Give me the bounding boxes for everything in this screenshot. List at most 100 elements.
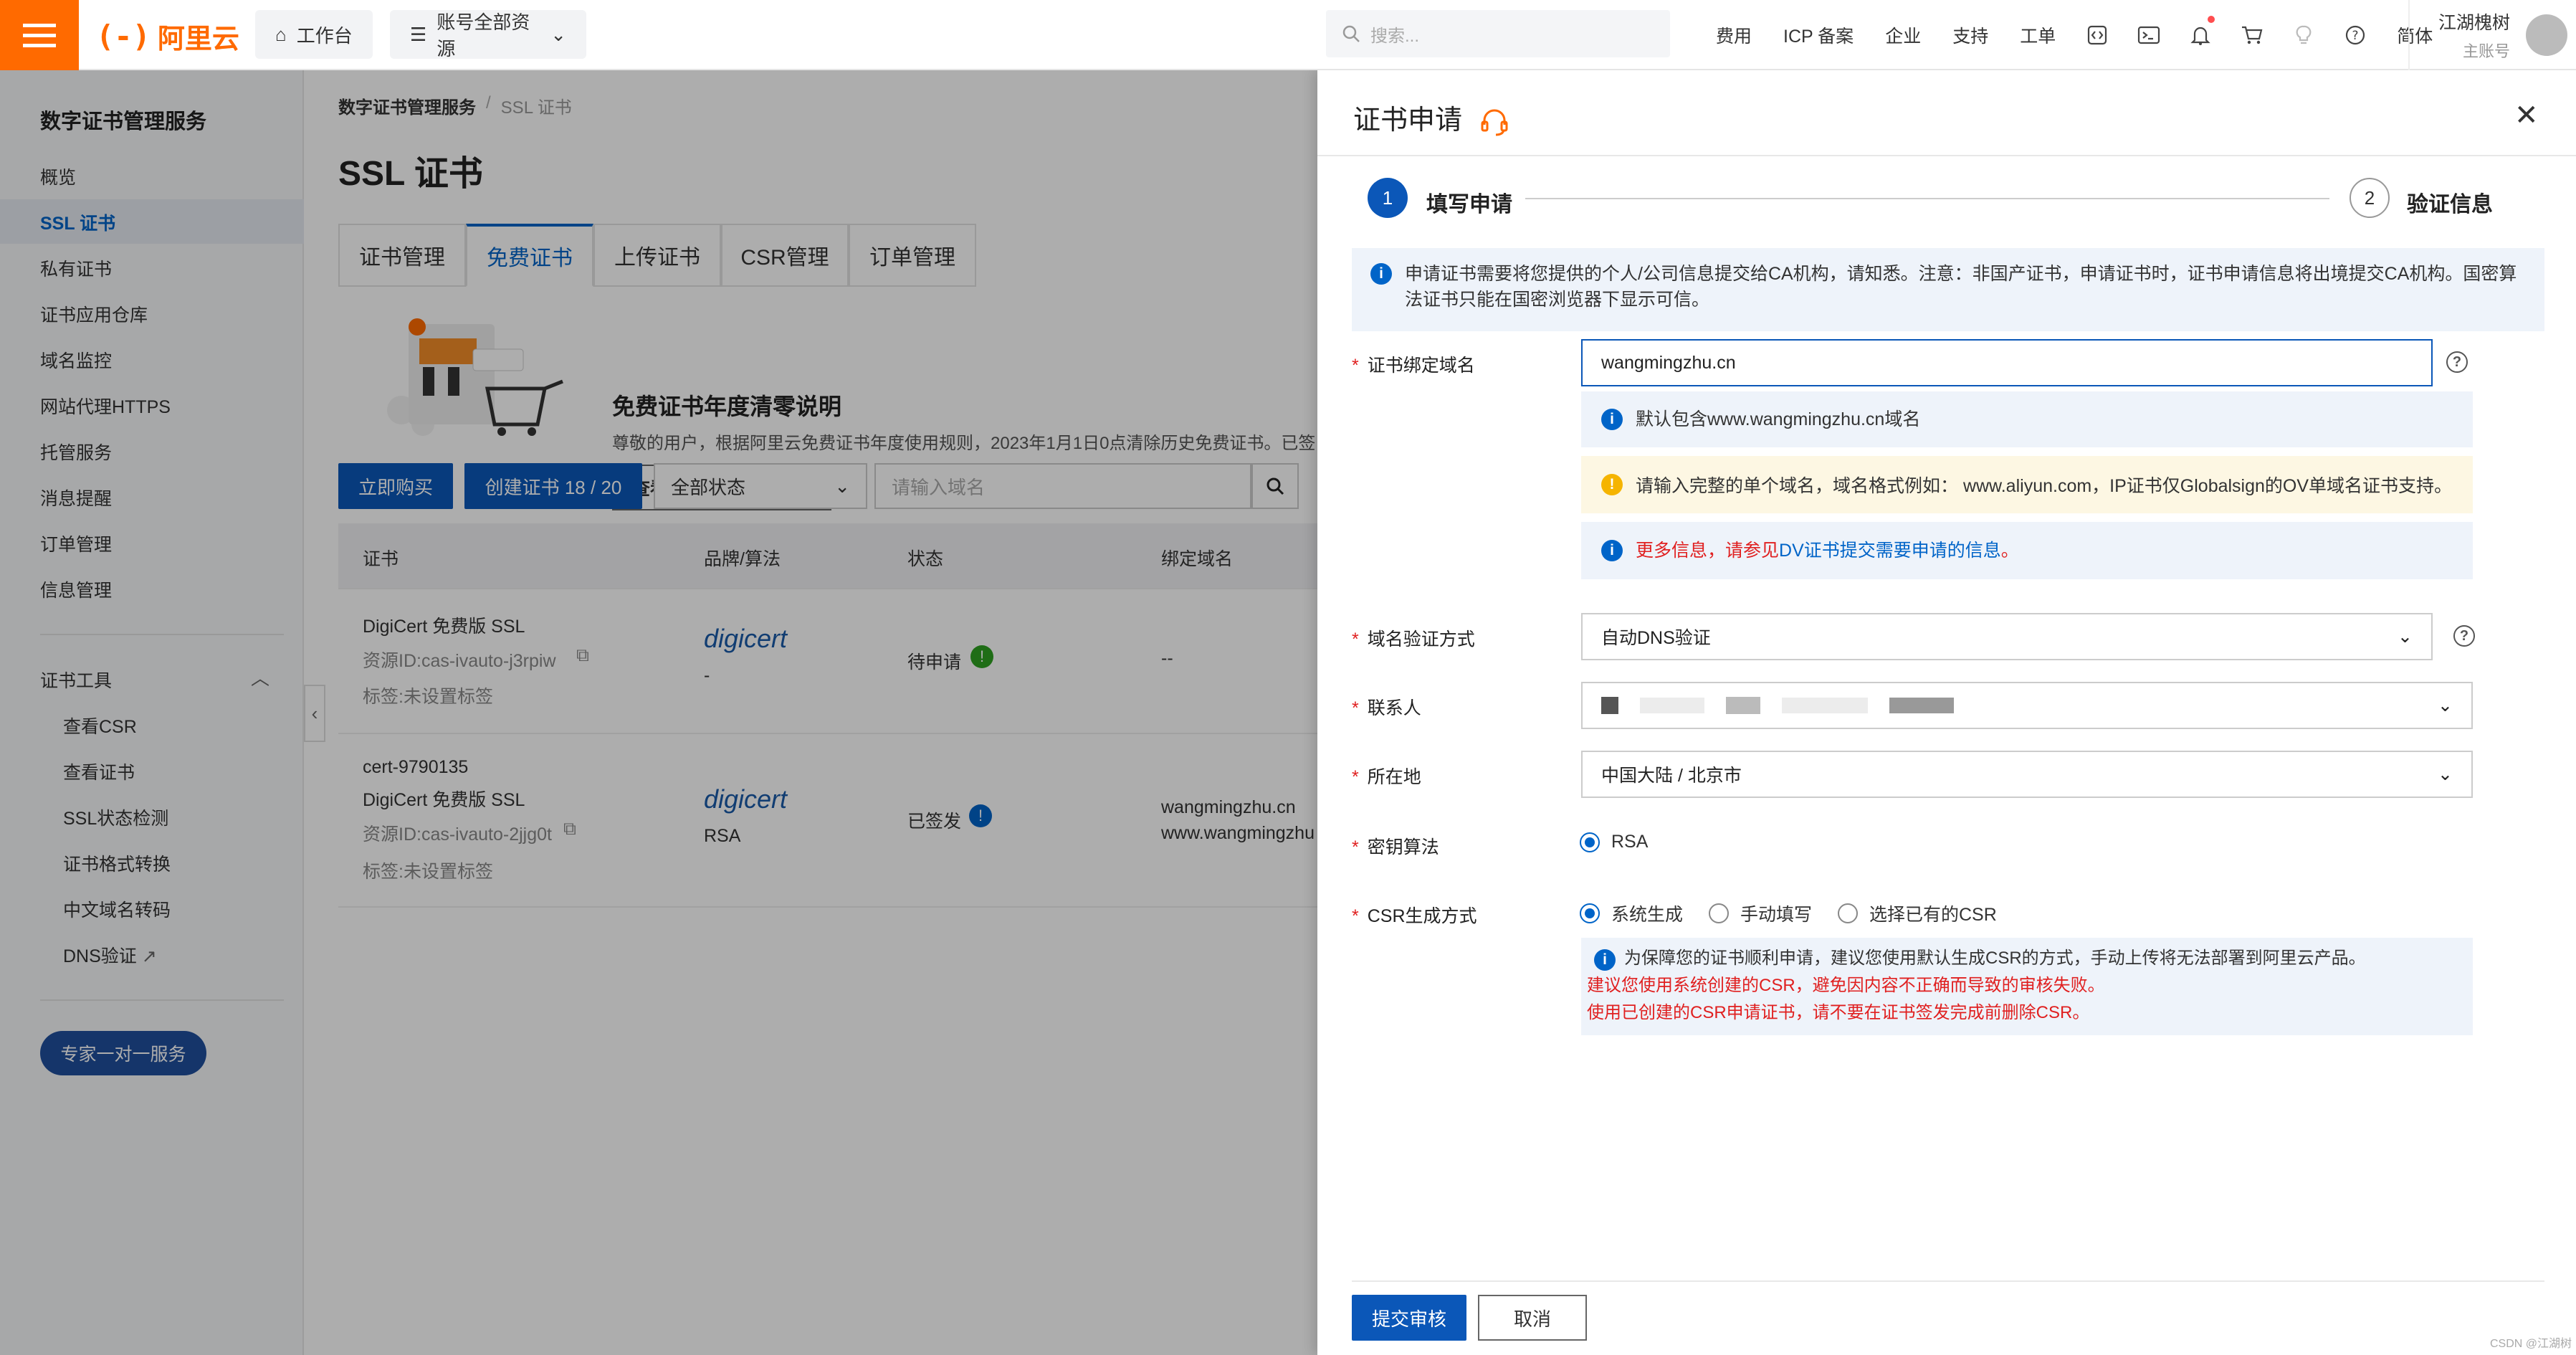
privacy-notice-text: 申请证书需要将您提供的个人/公司信息提交给CA机构，请知悉。注意：非国产证书，申…	[1405, 264, 2517, 310]
csr-existing-label: 选择已有的CSR	[1869, 905, 1997, 925]
modal-overlay[interactable]	[0, 70, 1317, 1355]
terminal-icon[interactable]	[2123, 0, 2175, 70]
step-2-circle: 2	[2350, 178, 2390, 218]
radio-unchecked	[1838, 903, 1858, 923]
radio-unchecked	[1709, 903, 1729, 923]
info-icon: i	[1370, 263, 1392, 285]
info-icon: i	[1601, 409, 1623, 430]
resource-icon: ☰	[410, 23, 427, 45]
csr-manual-label: 手动填写	[1740, 905, 1813, 925]
contact-label-text: 联系人	[1367, 698, 1421, 718]
csr-warn-1: 建议您使用系统创建的CSR，避免因内容不正确而导致的审核失败。	[1587, 976, 2105, 995]
top-bar: (-) 阿里云 ⌂ 工作台 ☰ 账号全部资源 ⌄ 搜索... 费用 ICP 备案…	[0, 0, 2576, 70]
domain-format-warning-text: 请输入完整的单个域名，域名格式例如： www.aliyun.com，IP证书仅G…	[1636, 476, 2453, 496]
watermark: CSDN @江湖树	[2490, 1338, 2572, 1350]
footer-divider	[1352, 1280, 2544, 1282]
user-name: 江湖槐树	[2438, 13, 2511, 33]
domain-label: * 证书绑定域名	[1352, 356, 1475, 376]
nav-ticket[interactable]: 工单	[2004, 22, 2071, 48]
domain-input[interactable]: wangmingzhu.cn	[1581, 339, 2433, 386]
account-resources-dropdown[interactable]: ☰ 账号全部资源 ⌄	[390, 10, 586, 60]
help-icon[interactable]: ?	[2453, 625, 2475, 647]
code-icon[interactable]	[2071, 0, 2123, 70]
csr-system-radio[interactable]: 系统生成	[1580, 900, 1683, 926]
menu-icon[interactable]	[0, 0, 79, 70]
verify-method-label-text: 域名验证方式	[1367, 629, 1475, 650]
drawer-title-text: 证书申请	[1353, 105, 1463, 136]
cart-icon[interactable]	[2226, 0, 2278, 70]
key-algo-rsa-label: RSA	[1611, 832, 1649, 852]
key-algo-label: * 密钥算法	[1352, 837, 1439, 857]
lightbulb-icon[interactable]	[2278, 0, 2329, 70]
headset-support-icon[interactable]	[1479, 106, 1510, 138]
csr-info-box: i 为保障您的证书顺利申请，建议您使用默认生成CSR的方式，手动上传将无法部署到…	[1581, 938, 2473, 1035]
chevron-down-icon: ⌄	[2398, 627, 2413, 647]
cert-apply-drawer: 证书申请 ✕ 1 填写申请 2 验证信息 i 申请证书需要将您提供的个人/公司信…	[1317, 70, 2576, 1355]
privacy-notice: i 申请证书需要将您提供的个人/公司信息提交给CA机构，请知悉。注意：非国产证书…	[1352, 248, 2544, 331]
nav-enterprise[interactable]: 企业	[1869, 22, 1937, 48]
domain-label-text: 证书绑定域名	[1367, 356, 1475, 376]
csr-method-label-text: CSR生成方式	[1367, 906, 1477, 926]
verify-method-label: * 域名验证方式	[1352, 629, 1475, 650]
more-info-suffix: 。	[2000, 541, 2019, 561]
csr-info-text: 为保障您的证书顺利申请，建议您使用默认生成CSR的方式，手动上传将无法部署到阿里…	[1624, 949, 2366, 968]
chevron-down-icon: ⌄	[2438, 764, 2453, 784]
info-icon: i	[1594, 949, 1616, 971]
domain-format-warning: ! 请输入完整的单个域名，域名格式例如： www.aliyun.com，IP证书仅…	[1581, 456, 2473, 513]
location-label-text: 所在地	[1367, 767, 1421, 787]
home-icon: ⌂	[275, 23, 287, 45]
search-placeholder: 搜索...	[1370, 26, 1420, 46]
svg-text:?: ?	[2352, 29, 2359, 43]
location-value: 中国大陆 / 北京市	[1601, 766, 1742, 786]
csr-warn-2: 使用已创建的CSR申请证书，请不要在证书签发完成前删除CSR。	[1587, 1003, 2090, 1022]
csr-existing-radio[interactable]: 选择已有的CSR	[1838, 900, 1997, 926]
nav-icp[interactable]: ICP 备案	[1768, 22, 1869, 48]
csr-method-label: * CSR生成方式	[1352, 906, 1477, 926]
workbench-label: 工作台	[296, 24, 353, 47]
location-select[interactable]: 中国大陆 / 北京市 ⌄	[1581, 751, 2473, 798]
warning-icon: !	[1601, 474, 1623, 495]
radio-checked	[1580, 903, 1600, 923]
user-menu[interactable]: 江湖槐树 主账号	[2408, 0, 2568, 70]
step-1-circle: 1	[1368, 178, 1408, 218]
help-icon[interactable]: ?	[2329, 0, 2381, 70]
step-1-label: 填写申请	[1426, 193, 1512, 217]
user-role: 主账号	[2463, 42, 2511, 60]
nav-support[interactable]: 支持	[1937, 22, 2004, 48]
logo-mark: (-)	[96, 18, 151, 54]
drawer-title: 证书申请	[1353, 98, 1510, 138]
key-algo-rsa-radio[interactable]: RSA	[1580, 832, 1648, 852]
dv-info-link[interactable]: DV证书提交需要申请的信息	[1779, 541, 2001, 561]
submit-review-button[interactable]: 提交审核	[1352, 1295, 1466, 1341]
aliyun-logo[interactable]: (-) 阿里云	[96, 16, 239, 56]
verify-method-select[interactable]: 自动DNS验证 ⌄	[1581, 613, 2433, 660]
step-connector	[1525, 198, 2329, 199]
bell-icon[interactable]	[2175, 0, 2226, 70]
domain-default-info: i 默认包含www.wangmingzhu.cn域名	[1581, 391, 2473, 447]
verify-method-value: 自动DNS验证	[1601, 628, 1711, 648]
close-icon[interactable]: ✕	[2514, 99, 2539, 132]
search-input[interactable]: 搜索...	[1326, 10, 1670, 57]
cancel-button[interactable]: 取消	[1478, 1295, 1587, 1341]
contact-redacted	[1601, 697, 1954, 714]
notification-dot	[2208, 16, 2215, 23]
chevron-down-icon: ⌄	[2438, 695, 2453, 715]
account-resources-label: 账号全部资源	[437, 11, 530, 60]
workbench-button[interactable]: ⌂ 工作台	[255, 10, 373, 59]
more-info-box: i 更多信息，请参见DV证书提交需要申请的信息。	[1581, 522, 2473, 579]
nav-fees[interactable]: 费用	[1700, 22, 1768, 48]
radio-checked	[1580, 832, 1600, 852]
chevron-down-icon: ⌄	[550, 23, 566, 45]
info-icon: i	[1601, 540, 1623, 561]
csr-system-label: 系统生成	[1611, 905, 1684, 925]
help-icon[interactable]: ?	[2446, 351, 2468, 373]
domain-default-info-text: 默认包含www.wangmingzhu.cn域名	[1636, 409, 1921, 429]
contact-select[interactable]: ⌄	[1581, 682, 2473, 729]
location-label: * 所在地	[1352, 767, 1421, 787]
search-icon	[1342, 25, 1360, 42]
step-2-label: 验证信息	[2407, 193, 2493, 217]
more-info-prefix: 更多信息，请参见	[1636, 541, 1780, 561]
domain-input-value: wangmingzhu.cn	[1601, 352, 1736, 373]
csr-manual-radio[interactable]: 手动填写	[1709, 900, 1812, 926]
avatar[interactable]	[2526, 14, 2568, 56]
